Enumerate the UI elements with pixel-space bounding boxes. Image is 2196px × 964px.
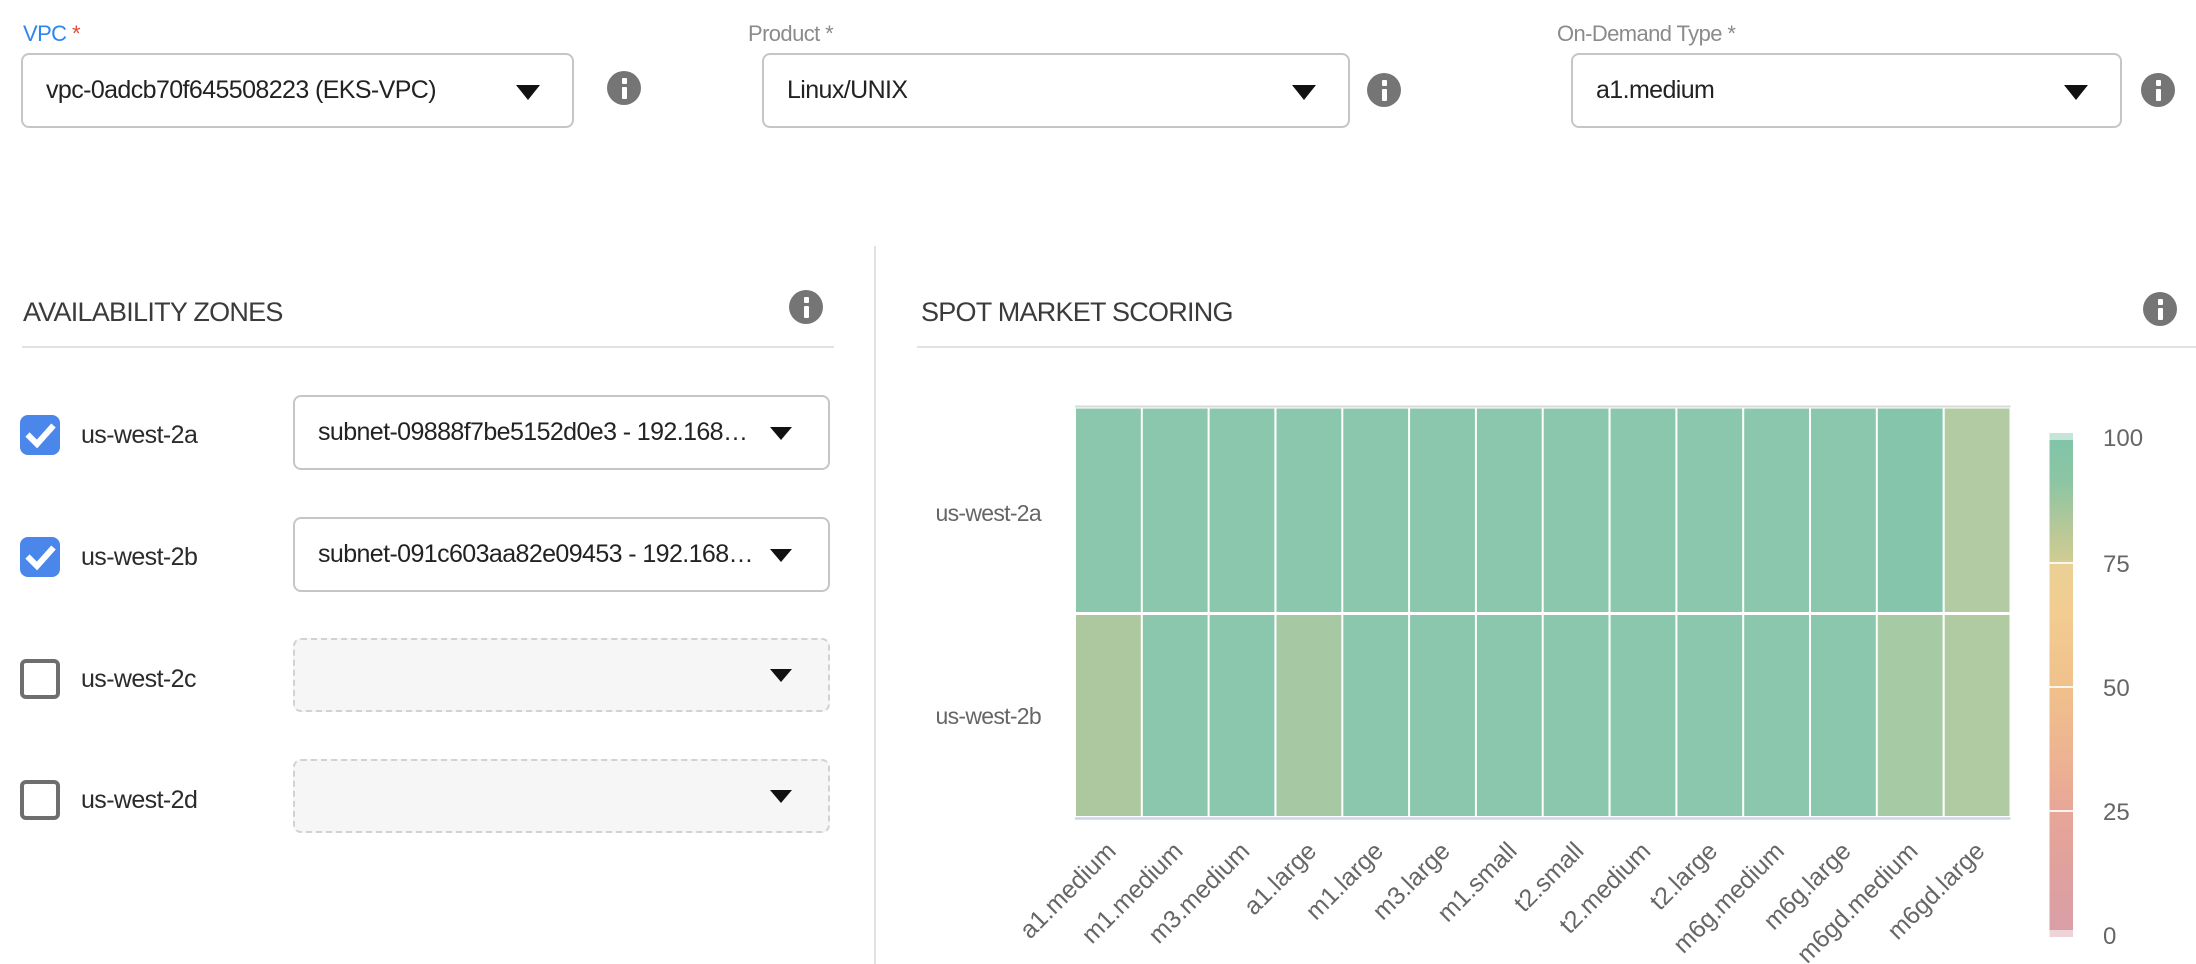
svg-text:50: 50 <box>2103 675 2130 702</box>
svg-text:25: 25 <box>2103 799 2130 826</box>
svg-text:100: 100 <box>2103 425 2143 452</box>
svg-text:us-west-2b: us-west-2b <box>936 703 1042 729</box>
svg-text:us-west-2a: us-west-2a <box>936 500 1042 526</box>
svg-text:75: 75 <box>2103 551 2130 578</box>
svg-text:0: 0 <box>2103 923 2116 950</box>
